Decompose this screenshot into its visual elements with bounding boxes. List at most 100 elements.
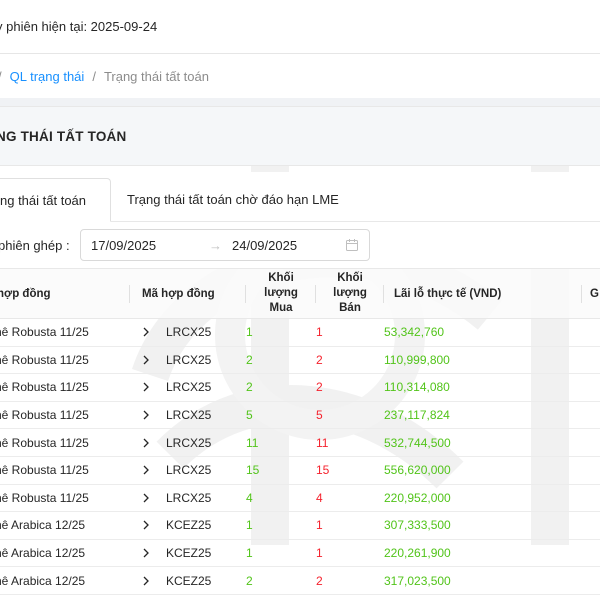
realized-pl: 220,261,900: [384, 546, 451, 561]
contract-code: KCEZ25: [166, 546, 212, 561]
table-row[interactable]: hê Robusta 11/25 LRCX25 15 15 556,620,000: [0, 456, 600, 485]
contract-name: hê Robusta 11/25: [0, 463, 89, 478]
extra-cell: [582, 511, 600, 540]
table-row[interactable]: hê Robusta 11/25 LRCX25 11 11 532,744,500: [0, 428, 600, 457]
contract-name: hê Robusta 11/25: [0, 380, 89, 395]
contract-name: hê Robusta 11/25: [0, 352, 89, 367]
breadcrumb-separator: /: [0, 69, 2, 84]
buy-volume: 2: [246, 380, 253, 395]
contract-code: LRCX25: [166, 352, 212, 367]
contract-code: LRCX25: [166, 325, 212, 340]
sell-volume: 1: [316, 518, 323, 533]
contract-code: LRCX25: [166, 435, 212, 450]
chevron-right-icon[interactable]: [142, 438, 150, 448]
settlement-table: hợp đồng Mã hợp đồng Khối lượng Mua Khối…: [0, 268, 600, 595]
table-row[interactable]: hê Robusta 11/25 LRCX25 4 4 220,952,000: [0, 484, 600, 513]
extra-cell: [582, 456, 600, 485]
sell-volume: 2: [316, 352, 323, 367]
extra-cell: [582, 346, 600, 375]
extra-cell: [582, 484, 600, 513]
tab-settlement-status[interactable]: ng thái tất toán: [0, 178, 111, 222]
table-row[interactable]: hê Arabica 12/25 KCEZ25 1 1 220,261,900: [0, 539, 600, 568]
chevron-right-icon[interactable]: [142, 493, 150, 503]
contract-name: hê Robusta 11/25: [0, 490, 89, 505]
table-row[interactable]: hê Robusta 11/25 LRCX25 1 1 53,342,760: [0, 318, 600, 347]
realized-pl: 237,117,824: [384, 408, 450, 423]
tab-label: Trạng thái tất toán chờ đáo hạn LME: [127, 191, 339, 207]
end-date-input[interactable]: 24/09/2025: [232, 238, 342, 253]
chevron-right-icon[interactable]: [142, 327, 150, 337]
chevron-right-icon[interactable]: [142, 576, 150, 586]
contract-name: hê Arabica 12/25: [0, 573, 86, 588]
sell-volume: 15: [316, 463, 330, 478]
calendar-icon[interactable]: [345, 238, 359, 252]
realized-pl: 307,333,500: [384, 518, 451, 533]
col-header-realized-pl[interactable]: Lãi lỗ thực tế (VND): [384, 268, 582, 319]
breadcrumb-separator: /: [92, 68, 96, 84]
sell-volume: 1: [316, 546, 323, 561]
contract-name: hê Arabica 12/25: [0, 518, 86, 533]
range-arrow-icon: →: [209, 237, 222, 253]
table-row[interactable]: hê Arabica 12/25 KCEZ25 2 2 317,023,500: [0, 566, 600, 595]
col-header-sell-volume[interactable]: Khối lượng Bán: [316, 268, 384, 319]
sell-volume: 2: [316, 380, 323, 395]
buy-volume: 2: [246, 352, 253, 367]
chevron-right-icon[interactable]: [142, 465, 150, 475]
contract-code: LRCX25: [166, 408, 212, 423]
table-row[interactable]: hê Robusta 11/25 LRCX25 5 5 237,117,824: [0, 401, 600, 430]
contract-code: LRCX25: [166, 380, 212, 395]
buy-volume: 5: [246, 408, 253, 423]
buy-volume: 1: [246, 546, 253, 561]
extra-cell: [582, 566, 600, 595]
chevron-right-icon[interactable]: [142, 382, 150, 392]
chevron-right-icon[interactable]: [142, 355, 150, 365]
extra-cell: [582, 428, 600, 457]
contract-name: hê Robusta 11/25: [0, 325, 89, 340]
tab-bar: ng thái tất toán Trạng thái tất toán chờ…: [0, 172, 600, 222]
page-header: NG THÁI TẤT TOÁN: [0, 106, 600, 166]
col-header-contract-code[interactable]: Mã hợp đồng: [130, 268, 246, 319]
contract-code: LRCX25: [166, 463, 212, 478]
col-header-extra[interactable]: G: [582, 268, 600, 319]
breadcrumb-current: Trạng thái tất toán: [103, 68, 209, 84]
chevron-right-icon[interactable]: [142, 548, 150, 558]
current-session-bar: y phiên hiện tại: 2025-09-24: [0, 0, 600, 54]
contract-code: KCEZ25: [166, 573, 212, 588]
current-session-text: y phiên hiện tại: 2025-09-24: [0, 19, 158, 34]
contract-name: hê Arabica 12/25: [0, 546, 86, 561]
content-gap: [0, 98, 600, 106]
sell-volume: 11: [316, 435, 329, 450]
realized-pl: 317,023,500: [384, 573, 451, 588]
realized-pl: 53,342,760: [384, 325, 445, 340]
table-row[interactable]: hê Robusta 11/25 LRCX25 2 2 110,314,080: [0, 373, 600, 402]
sell-volume: 5: [316, 408, 323, 423]
buy-volume: 2: [246, 573, 253, 588]
buy-volume: 15: [246, 463, 260, 478]
buy-volume: 1: [246, 518, 253, 533]
realized-pl: 532,744,500: [384, 435, 451, 450]
breadcrumb-link-status-management[interactable]: QL trạng thái: [10, 69, 85, 84]
match-session-label: phiên ghép :: [0, 237, 70, 253]
contract-code: KCEZ25: [166, 518, 212, 533]
sell-volume: 4: [316, 490, 323, 505]
buy-volume: 4: [246, 490, 253, 505]
realized-pl: 110,999,800: [384, 352, 450, 367]
table-row[interactable]: hê Robusta 11/25 LRCX25 2 2 110,999,800: [0, 346, 600, 375]
chevron-right-icon[interactable]: [142, 520, 150, 530]
col-header-contract-name[interactable]: hợp đồng: [0, 268, 130, 319]
buy-volume: 11: [246, 435, 259, 450]
chevron-right-icon[interactable]: [142, 410, 150, 420]
date-range-picker[interactable]: 17/09/2025 → 24/09/2025: [80, 229, 370, 261]
extra-cell: [582, 318, 600, 347]
extra-cell: [582, 401, 600, 430]
filter-row: phiên ghép : 17/09/2025 → 24/09/2025: [0, 222, 600, 268]
sell-volume: 2: [316, 573, 323, 588]
contract-name: hê Robusta 11/25: [0, 435, 89, 450]
contract-code: LRCX25: [166, 490, 212, 505]
buy-volume: 1: [246, 325, 253, 340]
tab-label: ng thái tất toán: [0, 192, 87, 208]
start-date-input[interactable]: 17/09/2025: [91, 238, 201, 253]
table-row[interactable]: hê Arabica 12/25 KCEZ25 1 1 307,333,500: [0, 511, 600, 540]
tab-settlement-pending-lme[interactable]: Trạng thái tất toán chờ đáo hạn LME: [111, 177, 353, 221]
col-header-buy-volume[interactable]: Khối lượng Mua: [246, 268, 316, 319]
